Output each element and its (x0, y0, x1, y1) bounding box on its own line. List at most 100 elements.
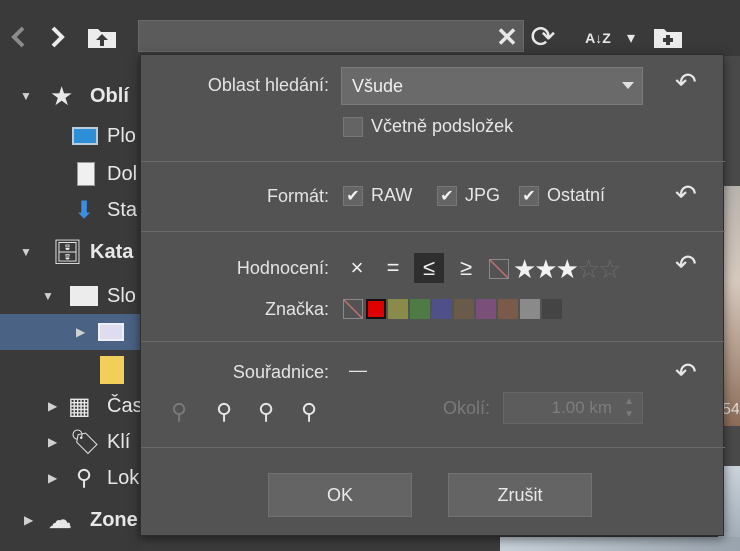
divider (141, 161, 725, 162)
filter-panel: Oblast hledání: Všude ↶ Včetně podsložek… (140, 54, 725, 536)
sort-icon[interactable]: A↓Z (580, 22, 616, 54)
tag-color-swatch[interactable] (476, 299, 496, 319)
sidebar-item-label: Slo (107, 284, 136, 307)
search-area-label: Oblast hledání: (207, 75, 329, 95)
sidebar-item-locations[interactable]: ▶ ⚲ Lok (0, 460, 140, 496)
expand-arrow-icon[interactable]: ▶ (76, 325, 85, 339)
expand-arrow-icon[interactable]: ▶ (24, 513, 33, 527)
radius-input[interactable]: 1.00 km ▲ ▼ (503, 392, 643, 424)
divider (141, 341, 725, 342)
checkbox-box[interactable]: ✔ (437, 185, 457, 206)
sidebar-item-keywords[interactable]: ▶ 🏷 Klí (0, 424, 140, 460)
sidebar-tree: ▼ ★ Oblí Plo Dol ⬇ Sta ▼ 🗄 Kata ▼ Slo ▶ … (0, 56, 140, 551)
rating-stars[interactable]: ★★★☆☆ (513, 254, 622, 285)
sidebar-item-catalog[interactable]: ▼ 🗄 Kata (0, 234, 140, 270)
sidebar-item-desktop[interactable]: Plo (0, 118, 140, 154)
sidebar-item-calendar[interactable]: ▶ ▦ Čas (0, 388, 140, 424)
tag-none-swatch[interactable] (343, 299, 363, 319)
spin-arrows-icon[interactable]: ▲ ▼ (624, 395, 634, 421)
folder-icon (70, 286, 98, 306)
monitor-icon (72, 127, 98, 145)
sidebar-item-documents[interactable]: Dol (0, 156, 140, 192)
checkbox-box[interactable] (343, 116, 363, 137)
sidebar-item-zoner[interactable]: ▶ ☁ Zone (0, 502, 140, 538)
tag-color-swatch[interactable] (366, 299, 386, 319)
rating-any-button[interactable]: × (342, 253, 372, 283)
document-icon (77, 162, 95, 186)
sidebar-item-label: Oblí (90, 84, 129, 107)
reset-coordinates-icon[interactable]: ↶ (675, 357, 697, 388)
radius-label: Okolí: (443, 398, 491, 418)
ok-button[interactable]: OK (268, 473, 412, 517)
collapse-arrow-icon[interactable]: ▼ (42, 289, 54, 303)
sidebar-item-subfolder[interactable] (0, 352, 140, 388)
format-other-checkbox[interactable]: ✔ Ostatní (519, 185, 605, 206)
sidebar-item-label: Zone (90, 508, 138, 531)
rating-greater-equal-button[interactable]: ≥ (451, 253, 481, 283)
pin-remove-icon[interactable]: ⚲ (301, 399, 317, 425)
top-toolbar: ✕ ⟳ A↓Z ▾ (0, 0, 740, 56)
back-icon[interactable] (6, 22, 30, 52)
radius-value: 1.00 km (551, 398, 612, 417)
collapse-arrow-icon[interactable]: ▼ (20, 245, 32, 259)
map-pin-icon: ⚲ (76, 465, 93, 490)
rating-less-equal-button[interactable]: ≤ (414, 253, 444, 283)
tag-color-swatch[interactable] (432, 299, 452, 319)
sidebar-item-label: Klí (107, 430, 131, 453)
format-jpg-label: JPG (465, 185, 501, 205)
pin-target-icon[interactable]: ⚲ (258, 399, 274, 425)
yellow-folder-icon (100, 356, 124, 384)
calendar-icon: ▦ (68, 392, 91, 420)
expand-arrow-icon[interactable]: ▶ (48, 435, 57, 449)
format-label: Formát: (266, 186, 329, 206)
photo-thumbnail[interactable] (500, 537, 740, 551)
tag-color-swatch[interactable] (520, 299, 540, 319)
rating-equal-button[interactable]: = (378, 253, 408, 283)
reset-search-area-icon[interactable]: ↶ (675, 67, 697, 98)
tag-color-swatch[interactable] (454, 299, 474, 319)
expand-arrow-icon[interactable]: ▶ (48, 399, 57, 413)
search-area-value: Všude (352, 75, 404, 96)
sidebar-item-favorites[interactable]: ▼ ★ Oblí (0, 78, 140, 114)
sidebar-item-label: Kata (90, 240, 134, 263)
clear-search-icon[interactable]: ✕ (492, 22, 522, 52)
tag-color-swatch[interactable] (388, 299, 408, 319)
sidebar-item-label: Čas (107, 394, 140, 417)
reset-format-icon[interactable]: ↶ (675, 179, 697, 210)
new-folder-icon[interactable] (652, 22, 684, 52)
refresh-icon[interactable]: ⟳ (526, 20, 560, 54)
format-jpg-checkbox[interactable]: ✔ JPG (437, 185, 500, 206)
format-other-label: Ostatní (547, 185, 606, 205)
expand-arrow-icon[interactable]: ▶ (48, 471, 57, 485)
checkbox-box[interactable]: ✔ (343, 185, 363, 206)
search-area-select[interactable]: Všude (341, 67, 643, 105)
chevron-down-icon (622, 82, 634, 89)
search-input[interactable] (138, 20, 524, 52)
catalog-icon: 🗄 (52, 238, 83, 266)
tag-color-swatch[interactable] (542, 299, 562, 319)
tag-color-swatch[interactable] (498, 299, 518, 319)
forward-icon[interactable] (46, 22, 70, 52)
pin-folder-icon[interactable]: ⚲ (216, 399, 232, 425)
format-raw-label: RAW (371, 185, 413, 205)
checkbox-box[interactable]: ✔ (519, 185, 539, 206)
reset-rating-icon[interactable]: ↶ (675, 249, 697, 280)
tag-color-swatch[interactable] (410, 299, 430, 319)
folder-up-icon[interactable] (86, 22, 118, 52)
include-subfolders-checkbox[interactable]: Včetně podsložek (343, 116, 513, 137)
sidebar-item-downloads[interactable]: ⬇ Sta (0, 192, 140, 228)
sidebar-item-selected-folder[interactable]: ▶ (0, 314, 140, 350)
pin-image-icon[interactable]: ⚲ (171, 399, 187, 425)
format-raw-checkbox[interactable]: ✔ RAW (343, 185, 412, 206)
download-arrow-icon: ⬇ (74, 196, 95, 224)
collapse-arrow-icon[interactable]: ▼ (20, 89, 32, 103)
cancel-button[interactable]: Zrušit (448, 473, 592, 517)
no-rating-icon[interactable] (489, 259, 509, 279)
sort-dropdown-icon[interactable]: ▾ (622, 24, 640, 52)
sidebar-item-label: Lok (107, 466, 140, 489)
sidebar-item-label: Plo (107, 124, 136, 147)
sidebar-item-folders[interactable]: ▼ Slo (0, 278, 140, 314)
photo-caption: 54 (722, 401, 740, 418)
divider (141, 447, 725, 448)
coordinates-label: Souřadnice: (232, 362, 329, 382)
